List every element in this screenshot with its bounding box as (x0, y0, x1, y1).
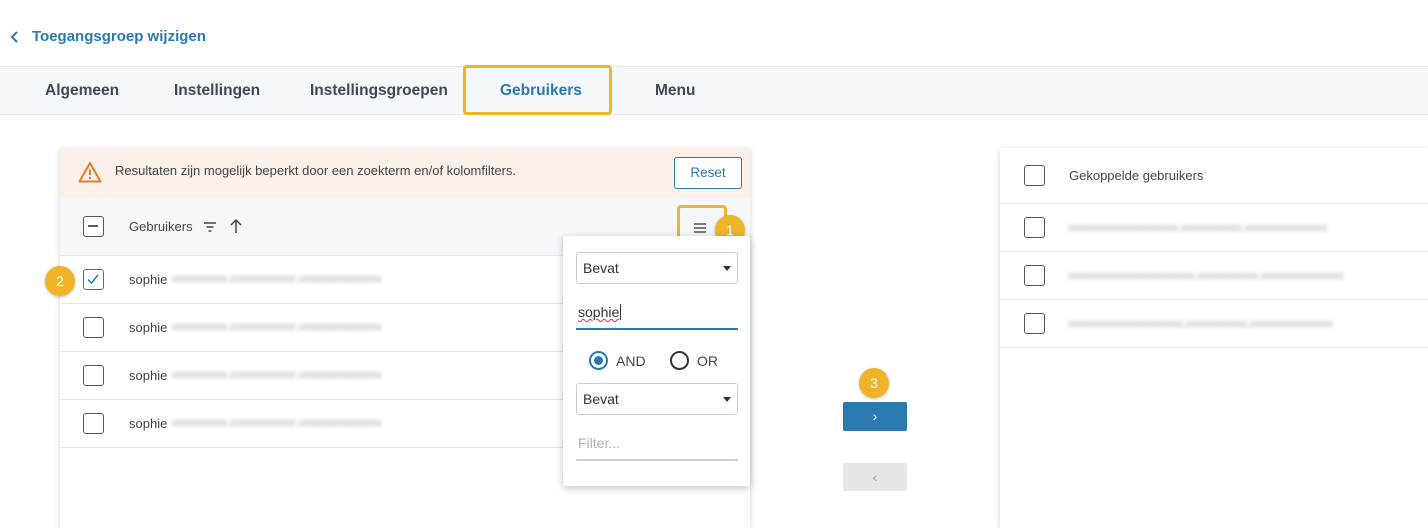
checkmark-icon (87, 274, 99, 285)
filter-condition-value-1: Bevat (583, 260, 619, 276)
minus-icon (88, 225, 98, 227)
filter-value-text-1: sophie (578, 304, 620, 320)
list-item[interactable]: xxxxxxxxxxxxxxxxxxxxx.xxxxxxxxxxx.xxxxxx… (1000, 300, 1428, 348)
radio-and[interactable]: AND (589, 351, 646, 370)
annotation-badge-2: 2 (45, 266, 75, 296)
column-label-gekoppelde: Gekoppelde gebruikers (1069, 168, 1204, 183)
radio-or[interactable]: OR (670, 351, 718, 370)
caret-down-icon (723, 266, 731, 271)
redacted-email: xxxxxxxxxx.xxxxxxxxxxxx.xxxxxxxxxxxxxxx (172, 321, 382, 333)
linked-users-header: Gekoppelde gebruikers (1000, 148, 1428, 204)
page-header: Toegangsgroep wijzigen (0, 0, 1428, 66)
filter-condition-select-2[interactable]: Bevat (576, 383, 738, 415)
select-all-checkbox[interactable] (83, 216, 104, 237)
move-right-button[interactable]: › (843, 402, 907, 431)
row-checkbox[interactable] (83, 365, 104, 386)
radio-or-label: OR (697, 352, 718, 369)
radio-and-indicator (589, 351, 608, 370)
user-name: sophie (129, 416, 168, 431)
filter-value-input-2[interactable]: Filter... (576, 429, 738, 461)
tab-instellingsgroepen[interactable]: Instellingsgroepen (310, 67, 448, 115)
list-item[interactable]: xxxxxxxxxxxxxxxxxxxx.xxxxxxxxxxx.xxxxxxx… (1000, 204, 1428, 252)
redacted-email: xxxxxxxxxxxxxxxxxxxx.xxxxxxxxxxx.xxxxxxx… (1068, 222, 1328, 234)
radio-or-indicator (670, 351, 689, 370)
redacted-email: xxxxxxxxxx.xxxxxxxxxxxx.xxxxxxxxxxxxxxx (172, 273, 382, 285)
filter-placeholder: Filter... (578, 435, 621, 451)
row-checkbox[interactable] (83, 269, 104, 290)
linked-users-panel: Gekoppelde gebruikers xxxxxxxxxxxxxxxxxx… (1000, 148, 1428, 528)
select-all-linked-checkbox[interactable] (1024, 165, 1045, 186)
column-label-gebruikers: Gebruikers (129, 219, 193, 234)
warning-banner: Resultaten zijn mogelijk beperkt door ee… (60, 148, 750, 198)
filter-condition-value-2: Bevat (583, 391, 619, 407)
warning-text: Resultaten zijn mogelijk beperkt door ee… (115, 163, 517, 178)
row-checkbox[interactable] (83, 413, 104, 434)
redacted-email: xxxxxxxxxx.xxxxxxxxxxxx.xxxxxxxxxxxxxxx (172, 417, 382, 429)
filter-value-input-1[interactable]: sophie (576, 298, 738, 330)
annotation-badge-3: 3 (859, 368, 889, 398)
reset-button[interactable]: Reset (674, 157, 742, 189)
caret-down-icon (723, 397, 731, 402)
back-link[interactable]: Toegangsgroep wijzigen (10, 28, 206, 45)
sort-ascending-icon[interactable] (229, 218, 243, 234)
page-title: Toegangsgroep wijzigen (32, 28, 206, 45)
row-checkbox[interactable] (83, 317, 104, 338)
radio-and-label: AND (616, 352, 646, 369)
user-name: sophie (129, 272, 168, 287)
tab-instellingen[interactable]: Instellingen (174, 67, 260, 115)
tab-algemeen[interactable]: Algemeen (45, 67, 119, 115)
row-checkbox[interactable] (1024, 217, 1045, 238)
move-left-button[interactable]: ‹ (843, 463, 907, 491)
filter-icon[interactable] (202, 219, 218, 235)
tab-bar: Algemeen Instellingen Instellingsgroepen… (0, 66, 1428, 115)
chevron-left-icon (10, 30, 18, 43)
user-name: sophie (129, 368, 168, 383)
column-filter-popup: Bevat sophie AND OR Bevat Filter... (563, 236, 750, 486)
tab-menu[interactable]: Menu (655, 67, 695, 115)
warning-icon (78, 162, 102, 183)
redacted-email: xxxxxxxxxx.xxxxxxxxxxxx.xxxxxxxxxxxxxxx (172, 369, 382, 381)
row-checkbox[interactable] (1024, 313, 1045, 334)
filter-condition-select-1[interactable]: Bevat (576, 252, 738, 284)
redacted-email: xxxxxxxxxxxxxxxxxxxxx.xxxxxxxxxxx.xxxxxx… (1068, 318, 1333, 330)
row-checkbox[interactable] (1024, 265, 1045, 286)
redacted-email: xxxxxxxxxxxxxxxxxxxxxxx.xxxxxxxxxxx.xxxx… (1068, 270, 1344, 282)
list-item[interactable]: xxxxxxxxxxxxxxxxxxxxxxx.xxxxxxxxxxx.xxxx… (1000, 252, 1428, 300)
highlight-tab-gebruikers (463, 65, 612, 115)
user-name: sophie (129, 320, 168, 335)
